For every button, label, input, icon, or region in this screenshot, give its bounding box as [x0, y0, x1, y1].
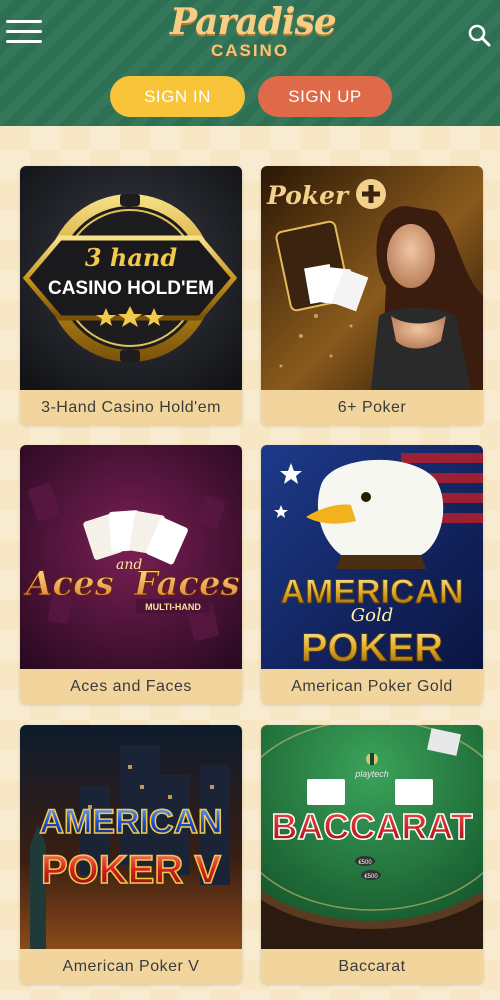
game-title: 3-Hand Casino Hold'em [20, 390, 242, 425]
game-card-6-plus-poker[interactable]: Poker 6 6+ Poker [261, 166, 483, 425]
game-title: American Poker Gold [261, 669, 483, 704]
art-chip-1: €500 [358, 860, 372, 866]
game-thumbnail: Aces and Faces MULTI-HAND [20, 445, 242, 669]
art-line-4: MULTI-HAND [145, 602, 201, 612]
game-thumbnail: AMERICAN POKER V [20, 725, 242, 949]
art-line-2: CASINO HOLD'EM [48, 278, 214, 299]
game-title: Aces and Faces [20, 669, 242, 704]
art-line-3: POKER [301, 626, 443, 669]
game-card-american-poker-v[interactable]: AMERICAN POKER V American Poker V [20, 725, 242, 984]
art-chip-2: €500 [364, 874, 378, 880]
logo-sub-text: CASINO [210, 41, 290, 60]
sign-up-button[interactable]: SIGN UP [258, 76, 392, 117]
art-line-1: BACCARAT [271, 806, 472, 847]
game-title: Baccarat [261, 949, 483, 984]
sign-in-button[interactable]: SIGN IN [110, 76, 245, 117]
art-line-1: AMERICAN [39, 803, 222, 841]
app-header: Paradise CASINO SIGN IN SIGN UP [0, 0, 500, 126]
search-icon[interactable] [466, 22, 492, 48]
game-title: American Poker V [20, 949, 242, 984]
logo[interactable]: Paradise CASINO [170, 1, 337, 68]
game-card-3-hand-casino-holdem[interactable]: 3 hand CASINO HOLD'EM 3-Hand Casino Hold… [20, 166, 242, 425]
game-thumbnail: 3 hand CASINO HOLD'EM [20, 166, 242, 390]
game-card-baccarat[interactable]: playtech BACCARAT €500 €500 Baccarat [261, 725, 483, 984]
art-line-2: playtech [354, 769, 389, 779]
hamburger-menu-icon[interactable] [6, 20, 42, 46]
art-line-1: Aces [23, 564, 114, 604]
art-line-2: POKER V [41, 848, 221, 892]
game-card-american-poker-gold[interactable]: AMERICAN Gold POKER American Poker Gold [261, 445, 483, 704]
logo-script-text: Paradise [170, 1, 337, 43]
game-thumbnail: playtech BACCARAT €500 €500 [261, 725, 483, 949]
game-thumbnail: AMERICAN Gold POKER [261, 445, 483, 669]
game-card-aces-and-faces[interactable]: Aces and Faces MULTI-HAND Aces and Faces [20, 445, 242, 704]
game-thumbnail: Poker 6 [261, 166, 483, 390]
art-line-3: Faces [133, 564, 240, 604]
art-line-2: Gold [351, 605, 394, 626]
art-line-1: 3 hand [85, 243, 178, 272]
game-title: 6+ Poker [261, 390, 483, 425]
